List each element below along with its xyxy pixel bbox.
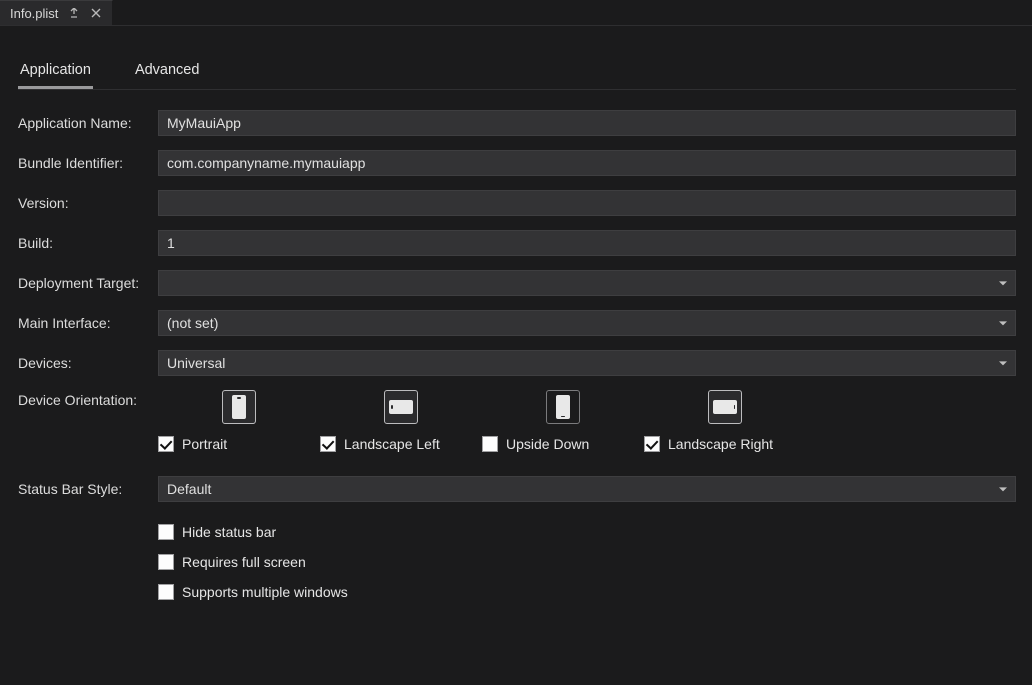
combo-devices[interactable]: Universal <box>158 350 1016 376</box>
checkbox-requires-full-screen-label: Requires full screen <box>182 554 306 570</box>
close-icon[interactable] <box>90 7 102 19</box>
tab-advanced[interactable]: Advanced <box>133 56 202 89</box>
label-orientation: Device Orientation: <box>18 390 158 408</box>
orientation-group: Portrait Landscape Left <box>158 390 1016 452</box>
label-bundle-id: Bundle Identifier: <box>18 155 158 171</box>
checkbox-requires-full-screen[interactable]: Requires full screen <box>158 554 1016 570</box>
input-bundle-id[interactable] <box>158 150 1016 176</box>
checkbox-icon <box>158 584 174 600</box>
editor-page: Application Advanced Application Name: B… <box>0 26 1032 616</box>
document-tab-info-plist[interactable]: Info.plist <box>0 0 113 25</box>
editor-inner-tabs: Application Advanced <box>18 56 1016 90</box>
label-devices: Devices: <box>18 355 158 371</box>
orientation-portrait-checkbox[interactable]: Portrait <box>158 436 227 452</box>
label-deployment-target: Deployment Target: <box>18 275 158 291</box>
pin-icon[interactable] <box>68 7 80 19</box>
checkbox-hide-status-bar[interactable]: Hide status bar <box>158 524 1016 540</box>
checkbox-icon <box>158 436 174 452</box>
checkbox-icon <box>158 524 174 540</box>
label-build: Build: <box>18 235 158 251</box>
orientation-landscape-right-checkbox[interactable]: Landscape Right <box>644 436 773 452</box>
orientation-portrait-icon[interactable] <box>222 390 256 424</box>
orientation-landscape-left-checkbox[interactable]: Landscape Left <box>320 436 440 452</box>
combo-status-bar-style[interactable]: Default <box>158 476 1016 502</box>
checkbox-supports-multiple-windows-label: Supports multiple windows <box>182 584 348 600</box>
checkbox-supports-multiple-windows[interactable]: Supports multiple windows <box>158 584 1016 600</box>
orientation-upside-down-label: Upside Down <box>506 436 589 452</box>
orientation-landscape-left-icon[interactable] <box>384 390 418 424</box>
orientation-portrait-label: Portrait <box>182 436 227 452</box>
label-status-bar-style: Status Bar Style: <box>18 481 158 497</box>
chevron-down-icon <box>999 281 1007 285</box>
chevron-down-icon <box>999 361 1007 365</box>
status-bar-options: Hide status bar Requires full screen Sup… <box>158 516 1016 600</box>
orientation-upside-down-icon[interactable] <box>546 390 580 424</box>
checkbox-hide-status-bar-label: Hide status bar <box>182 524 276 540</box>
combo-main-interface-value: (not set) <box>167 315 218 331</box>
combo-status-bar-style-value: Default <box>167 481 211 497</box>
checkbox-icon <box>320 436 336 452</box>
orientation-upside-down-checkbox[interactable]: Upside Down <box>482 436 589 452</box>
input-app-name[interactable] <box>158 110 1016 136</box>
combo-deployment-target[interactable] <box>158 270 1016 296</box>
chevron-down-icon <box>999 321 1007 325</box>
orientation-landscape-left-label: Landscape Left <box>344 436 440 452</box>
label-version: Version: <box>18 195 158 211</box>
orientation-landscape-right-icon[interactable] <box>708 390 742 424</box>
spacer <box>18 516 158 518</box>
tab-application[interactable]: Application <box>18 56 93 89</box>
chevron-down-icon <box>999 487 1007 491</box>
label-main-interface: Main Interface: <box>18 315 158 331</box>
checkbox-icon <box>644 436 660 452</box>
orientation-landscape-right-label: Landscape Right <box>668 436 773 452</box>
input-build[interactable] <box>158 230 1016 256</box>
document-tab-title: Info.plist <box>10 6 58 21</box>
application-form: Application Name: Bundle Identifier: Ver… <box>18 110 1016 600</box>
input-version[interactable] <box>158 190 1016 216</box>
combo-main-interface[interactable]: (not set) <box>158 310 1016 336</box>
checkbox-icon <box>482 436 498 452</box>
document-tab-strip: Info.plist <box>0 0 1032 26</box>
label-app-name: Application Name: <box>18 115 158 131</box>
checkbox-icon <box>158 554 174 570</box>
combo-devices-value: Universal <box>167 355 225 371</box>
